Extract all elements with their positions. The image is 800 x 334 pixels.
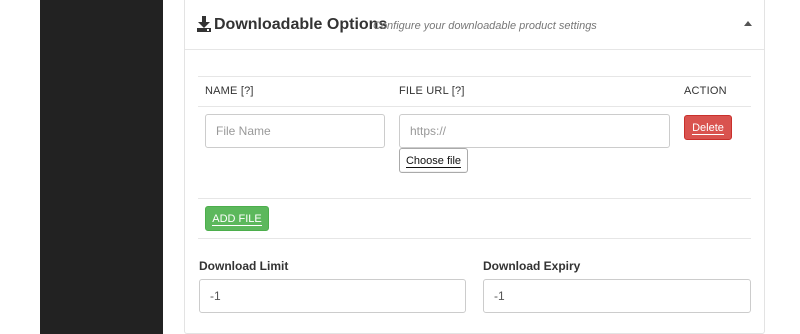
table-bottom-divider — [198, 198, 751, 199]
file-url-input[interactable] — [399, 114, 670, 148]
choose-file-button[interactable]: Choose file — [399, 148, 468, 173]
download-expiry-input[interactable] — [483, 279, 751, 313]
column-header-file-url: FILE URL [?] — [399, 85, 465, 97]
add-file-button[interactable]: ADD FILE — [205, 206, 269, 231]
file-name-input[interactable] — [205, 114, 385, 148]
table-header-divider — [198, 106, 751, 107]
add-file-divider — [198, 238, 751, 239]
sidebar — [40, 0, 163, 334]
table-top-divider — [198, 76, 751, 77]
panel-subtitle: Configure your downloadable product sett… — [373, 20, 597, 32]
panel-title: Downloadable Options — [214, 16, 388, 33]
delete-file-button[interactable]: Delete — [684, 115, 732, 140]
panel-header[interactable]: Downloadable Options Configure your down… — [185, 0, 764, 50]
delete-label: Delete — [692, 121, 724, 135]
download-expiry-label: Download Expiry — [483, 259, 581, 273]
download-icon — [197, 16, 211, 32]
choose-file-label: Choose file — [405, 154, 462, 168]
download-limit-input[interactable] — [199, 279, 466, 313]
caret-up-icon[interactable] — [744, 21, 752, 26]
add-file-label: ADD FILE — [212, 212, 262, 226]
download-limit-label: Download Limit — [199, 259, 289, 273]
column-header-action: ACTION — [684, 85, 727, 97]
column-header-name: NAME [?] — [205, 85, 254, 97]
